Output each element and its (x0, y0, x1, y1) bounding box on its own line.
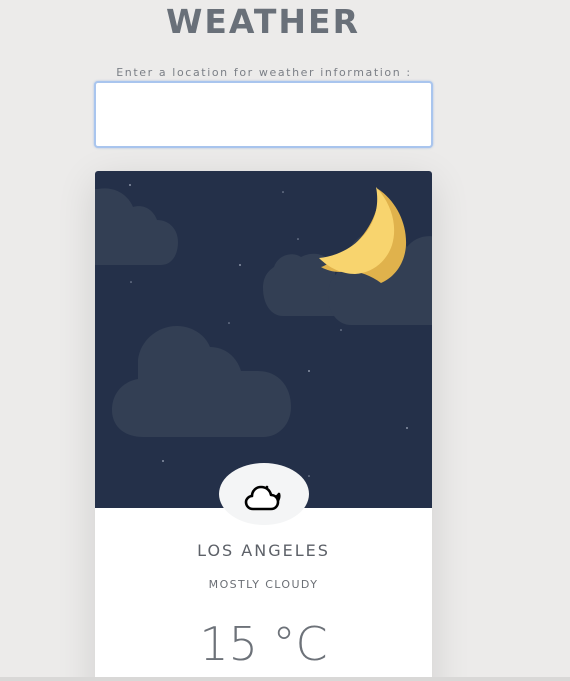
night-sky-illustration (95, 171, 432, 508)
weather-card: LOS ANGELES MOSTLY CLOUDY 15 °C (95, 171, 432, 681)
weather-condition: MOSTLY CLOUDY (208, 578, 319, 591)
city-name: LOS ANGELES (197, 541, 330, 560)
weather-app: WEATHER Enter a location for weather inf… (0, 0, 570, 681)
temperature-reading: 15 °C (199, 617, 328, 671)
crescent-moon (319, 187, 407, 283)
location-label: Enter a location for weather information… (116, 66, 412, 79)
condition-badge (219, 463, 309, 525)
night-scene-graphic (95, 184, 432, 477)
page-title: WEATHER (165, 2, 360, 41)
cloud-moon-icon (244, 485, 281, 511)
location-input[interactable] (94, 81, 433, 148)
bottom-divider (0, 677, 570, 681)
